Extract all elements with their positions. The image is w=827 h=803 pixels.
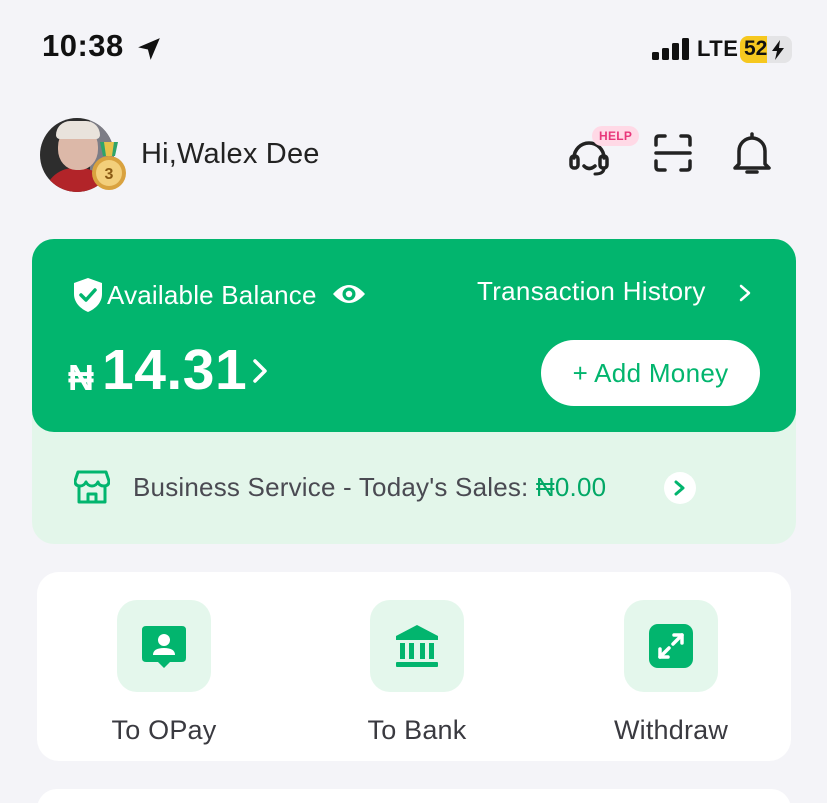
shield-check-icon bbox=[74, 278, 102, 312]
help-button[interactable]: HELP bbox=[568, 122, 640, 182]
battery-percent: 52 bbox=[744, 37, 768, 60]
status-bar: 10:38 LTE 52 bbox=[0, 0, 827, 100]
chevron-right-icon[interactable] bbox=[738, 283, 752, 303]
balance-chevron-icon[interactable] bbox=[251, 357, 269, 385]
currency-symbol: ₦ bbox=[68, 357, 94, 398]
quick-actions-card: To OPay To Bank Withdraw bbox=[37, 572, 791, 761]
greeting-text: Hi,Walex Dee bbox=[141, 138, 320, 170]
available-balance-label: Available Balance bbox=[107, 280, 317, 310]
business-service-text: Business Service - Today's Sales: ₦0.00 bbox=[133, 472, 606, 503]
transaction-history-link[interactable]: Transaction History bbox=[477, 276, 706, 307]
balance-section: Available Balance Transaction History ₦ … bbox=[32, 239, 796, 544]
withdraw-action[interactable]: Withdraw bbox=[591, 572, 751, 761]
to-opay-action[interactable]: To OPay bbox=[84, 572, 244, 761]
withdraw-label: Withdraw bbox=[613, 715, 729, 745]
scan-icon[interactable] bbox=[653, 133, 693, 173]
network-type: LTE bbox=[697, 36, 739, 61]
todays-sales-amount: ₦0.00 bbox=[535, 472, 607, 502]
balance-card: Available Balance Transaction History ₦ … bbox=[32, 239, 796, 432]
business-service-row[interactable]: Business Service - Today's Sales: ₦0.00 bbox=[32, 432, 796, 544]
withdraw-icon bbox=[649, 624, 693, 668]
help-badge: HELP bbox=[592, 126, 640, 146]
medal-icon[interactable]: 3 bbox=[88, 142, 130, 192]
to-opay-tile[interactable] bbox=[117, 600, 211, 692]
eye-visibility-icon[interactable] bbox=[332, 281, 366, 307]
status-time: 10:38 bbox=[42, 28, 124, 63]
withdraw-tile[interactable] bbox=[624, 600, 718, 692]
bank-icon bbox=[396, 625, 438, 667]
business-service-label: Business Service - Today's Sales: bbox=[133, 472, 536, 502]
to-bank-tile[interactable] bbox=[370, 600, 464, 692]
avatar-hair bbox=[56, 121, 100, 139]
medal-level: 3 bbox=[105, 166, 114, 183]
battery-indicator: 52 bbox=[740, 36, 792, 63]
business-service-chevron[interactable] bbox=[664, 472, 696, 504]
charging-bolt-icon bbox=[772, 40, 784, 60]
chevron-right-icon bbox=[674, 480, 685, 496]
cellular-signal-icon bbox=[652, 38, 689, 60]
location-arrow-icon bbox=[138, 38, 160, 60]
add-money-button[interactable]: + Add Money bbox=[541, 340, 760, 406]
to-bank-action[interactable]: To Bank bbox=[337, 572, 497, 761]
notification-bell-icon[interactable] bbox=[731, 130, 773, 176]
next-section-card bbox=[37, 789, 791, 803]
header: 3 Hi,Walex Dee HELP bbox=[0, 100, 827, 210]
opay-user-icon bbox=[142, 626, 186, 668]
to-opay-label: To OPay bbox=[111, 715, 217, 745]
store-icon bbox=[74, 470, 110, 504]
to-bank-label: To Bank bbox=[367, 715, 467, 745]
balance-amount[interactable]: 14.31 bbox=[102, 337, 247, 403]
